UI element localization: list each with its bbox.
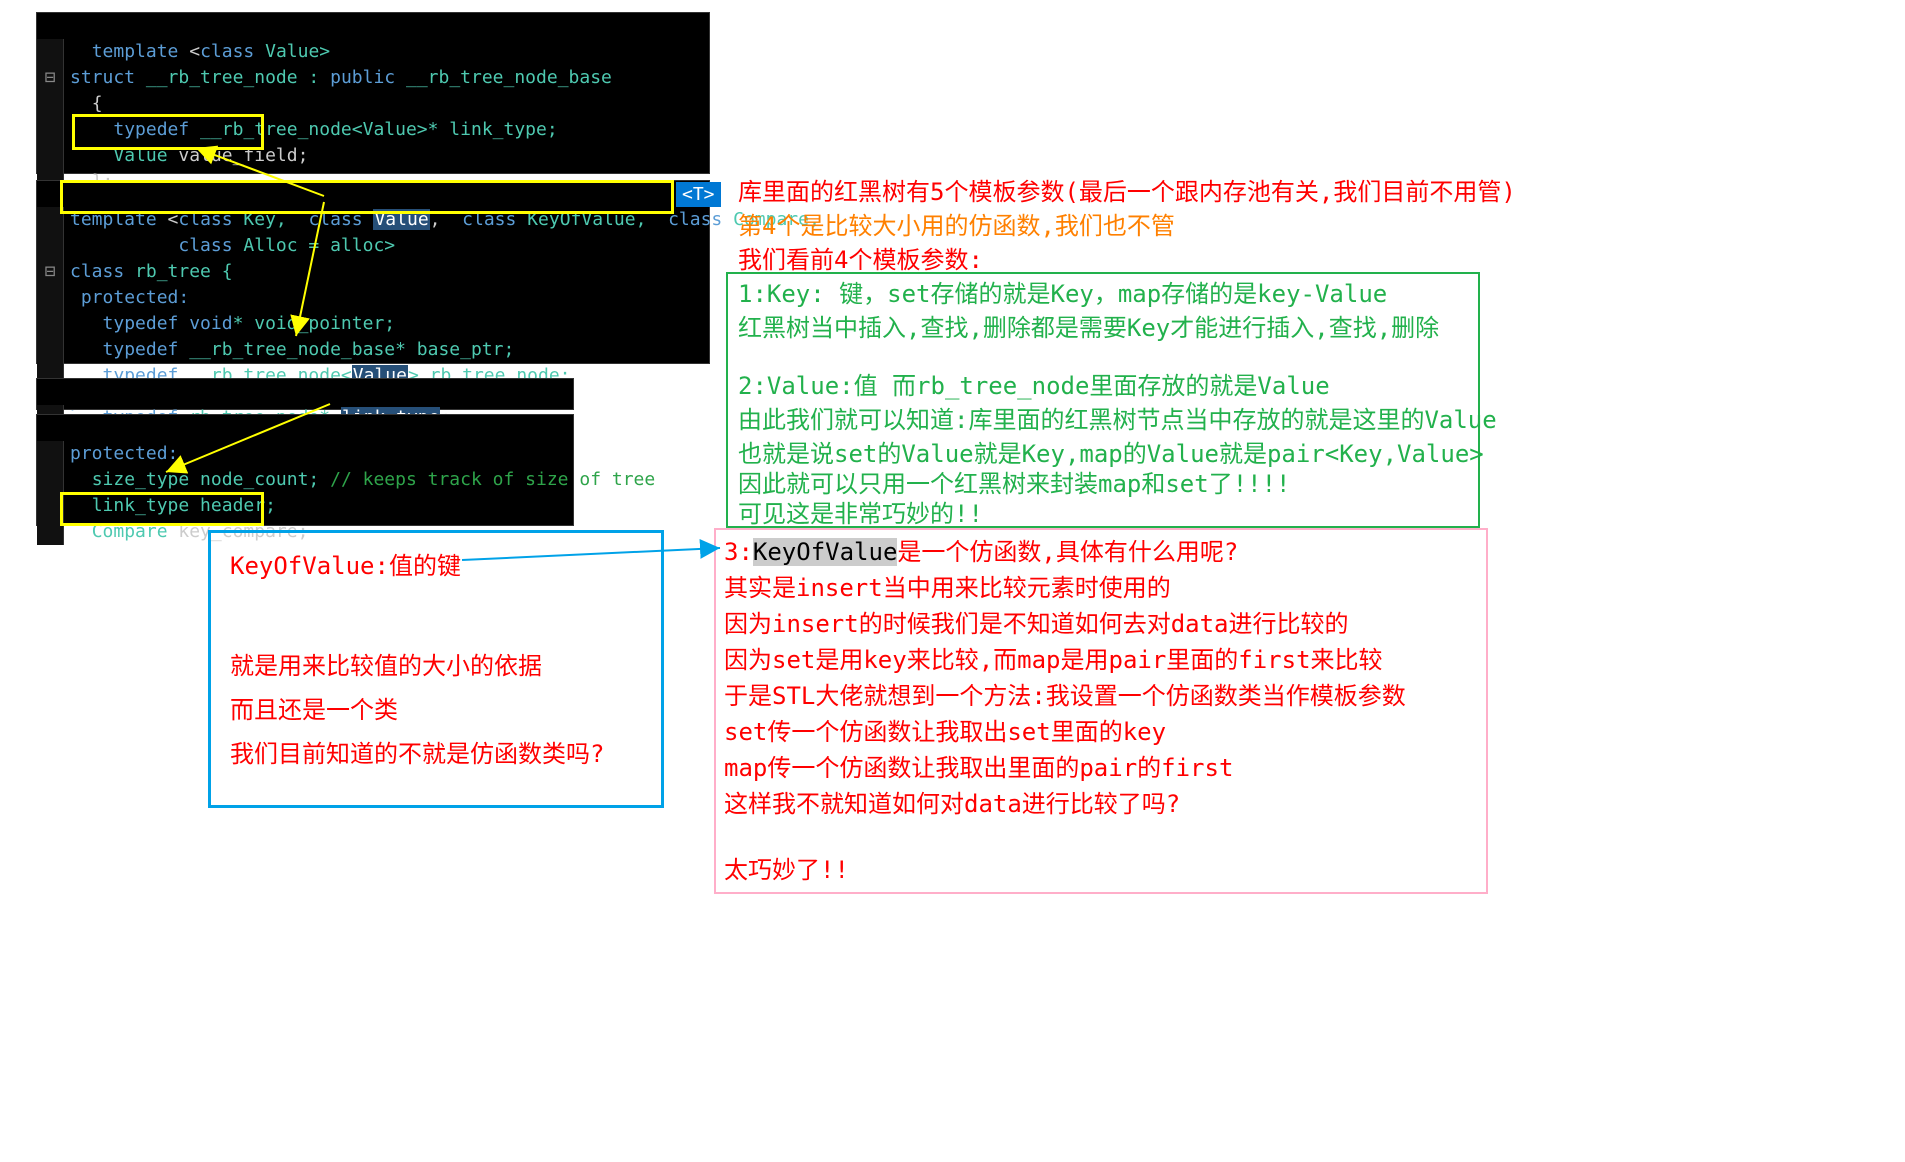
t: rb_tree {: [124, 261, 232, 282]
t: {: [92, 93, 103, 114]
sel-value: Value: [373, 209, 429, 230]
kw: typedef: [113, 119, 189, 140]
note-g5: 也就是说set的Value就是Key,map的Value就是pair<Key,V…: [738, 438, 1484, 472]
note-p0: 3:KeyOfValue是一个仿函数,具体有什么用呢?: [724, 536, 1238, 570]
t: Key,: [233, 209, 309, 230]
note-g7: 可见这是非常巧妙的!!: [738, 498, 983, 532]
template-badge: <T>: [676, 182, 721, 207]
kw: protected:: [81, 287, 189, 308]
note-p1: 其实是insert当中用来比较元素时使用的: [724, 572, 1171, 606]
note-b1: KeyOfValue:值的键: [230, 550, 461, 584]
t: Alloc = alloc>: [233, 235, 396, 256]
kw: template: [70, 209, 157, 230]
t: [363, 209, 374, 230]
note-orange-1: 第4个是比较大小用的仿函数,我们也不管: [738, 210, 1175, 244]
note-b2: 就是用来比较值的大小的依据: [230, 650, 542, 684]
note-b4: 我们目前知道的不就是仿函数类吗?: [230, 738, 604, 772]
t: <: [178, 41, 200, 62]
kw: void: [178, 313, 232, 334]
t: 是一个仿函数,具体有什么用呢?: [897, 538, 1238, 566]
t: link_type header;: [92, 495, 276, 516]
kw: Value: [113, 145, 167, 166]
note-b3: 而且还是一个类: [230, 694, 398, 728]
cmt: // keeps track of size of tree: [319, 469, 655, 490]
kw: public: [330, 67, 395, 88]
kw: class: [462, 209, 516, 230]
t: Value>: [254, 41, 330, 62]
note-g1: 1:Key: 键，set存储的就是Key，map存储的是key-Value: [738, 278, 1387, 312]
t: KeyOfValue,: [516, 209, 668, 230]
t: __rb_tree_node_base* base_ptr;: [178, 339, 514, 360]
kw: class: [200, 41, 254, 62]
note-g3: 2:Value:值 而rb_tree_node里面存放的就是Value: [738, 370, 1330, 404]
note-p4: 于是STL大佬就想到一个方法:我设置一个仿函数类当作模板参数: [724, 680, 1406, 714]
t: 3:: [724, 538, 753, 566]
kw: template: [92, 41, 179, 62]
note-p2: 因为insert的时候我们是不知道如何去对data进行比较的: [724, 608, 1349, 642]
t: __rb_tree_node<Value>* link_type;: [189, 119, 557, 140]
t: <: [157, 209, 179, 230]
note-g2: 红黑树当中插入,查找,删除都是需要Key才能进行插入,查找,删除: [738, 312, 1439, 346]
kw: class: [308, 209, 362, 230]
t: size_type node_count;: [92, 469, 320, 490]
kw: protected:: [70, 443, 178, 464]
kw: class: [178, 235, 232, 256]
note-p6: map传一个仿函数让我取出里面的pair的first: [724, 752, 1233, 786]
kw: class: [178, 209, 232, 230]
highlight-text: KeyOfValue: [753, 538, 898, 566]
t: ,: [430, 209, 463, 230]
code-block-3: typedef rb_tree_node* link_type;: [36, 378, 574, 410]
kw: struct: [70, 67, 135, 88]
kw: class: [70, 261, 124, 282]
note-p7: 这样我不就知道如何对data进行比较了吗?: [724, 788, 1180, 822]
note-red-1: 库里面的红黑树有5个模板参数(最后一个跟内存池有关,我们目前不用管): [738, 176, 1516, 210]
note-g6: 因此就可以只用一个红黑树来封装map和set了!!!!: [738, 468, 1291, 502]
kw: typedef: [103, 313, 179, 334]
t: value_field;: [168, 145, 309, 166]
t: * void_pointer;: [233, 313, 396, 334]
t: __rb_tree_node :: [135, 67, 330, 88]
code-block-4: protected: size_type node_count; // keep…: [36, 414, 574, 526]
note-p8: 太巧妙了!!: [724, 854, 849, 888]
note-p3: 因为set是用key来比较,而map是用pair里面的first来比较: [724, 644, 1383, 678]
kw: typedef: [103, 339, 179, 360]
note-p5: set传一个仿函数让我取出set里面的key: [724, 716, 1166, 750]
t: __rb_tree_node_base: [395, 67, 612, 88]
code-block-2: template <class Key, class Value, class …: [36, 180, 710, 364]
kw: Compare: [92, 521, 168, 542]
kw: class: [668, 209, 722, 230]
code-block-1: template <class Value> ⊟struct __rb_tree…: [36, 12, 710, 174]
note-g4: 由此我们就可以知道:库里面的红黑树节点当中存放的就是这里的Value: [738, 404, 1497, 438]
